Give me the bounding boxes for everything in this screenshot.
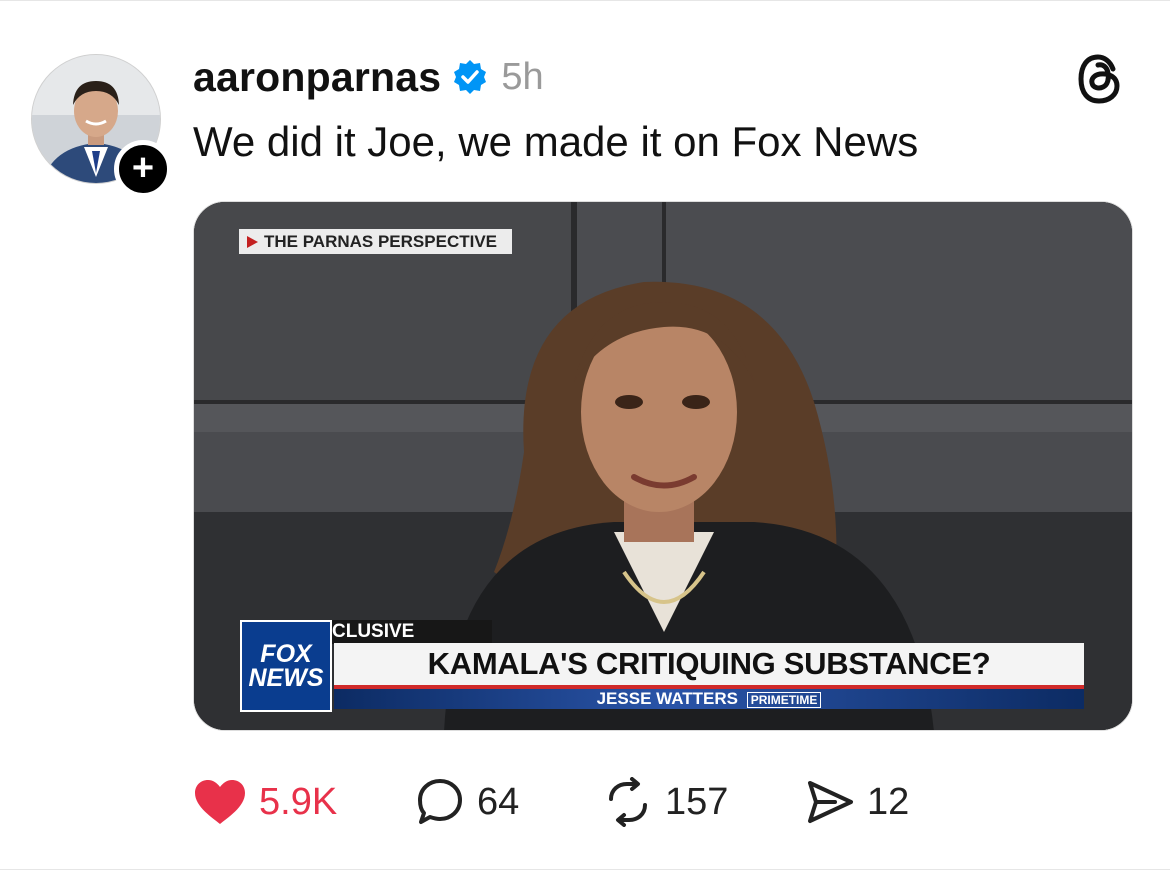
show-name-bar: JESSE WATTERS PRIMETIME bbox=[334, 689, 1084, 709]
network-logo: FOX NEWS bbox=[240, 620, 332, 712]
exclusive-label: CLUSIVE bbox=[332, 620, 492, 644]
username[interactable]: aaronparnas bbox=[193, 54, 441, 101]
chyron-headline: KAMALA'S CRITIQUING SUBSTANCE? bbox=[334, 643, 1084, 689]
top-divider bbox=[0, 0, 1170, 5]
post-header: aaronparnas 5h bbox=[193, 52, 544, 102]
program-tag-text: THE PARNAS PERSPECTIVE bbox=[264, 232, 498, 251]
like-count: 5.9K bbox=[259, 780, 338, 823]
share-count: 12 bbox=[867, 780, 910, 823]
post-text: We did it Joe, we made it on Fox News bbox=[193, 118, 919, 165]
repost-button[interactable]: 157 bbox=[603, 772, 728, 832]
reply-count: 64 bbox=[477, 780, 520, 823]
network-logo-line2: NEWS bbox=[248, 664, 324, 692]
reply-button[interactable]: 64 bbox=[415, 772, 519, 832]
play-triangle-icon bbox=[247, 235, 258, 248]
send-icon bbox=[808, 781, 853, 823]
share-button[interactable]: 12 bbox=[805, 772, 909, 832]
program-tag-overlay: THE PARNAS PERSPECTIVE bbox=[239, 229, 513, 254]
repost-count: 157 bbox=[665, 780, 729, 823]
comment-icon bbox=[418, 779, 462, 824]
post-timestamp: 5h bbox=[501, 55, 544, 98]
show-tag: PRIMETIME bbox=[746, 692, 822, 708]
post-video[interactable]: THE PARNAS PERSPECTIVE FOX NEWS CLUSIVE … bbox=[193, 201, 1133, 731]
show-name: JESSE WATTERS bbox=[596, 689, 738, 708]
repost-icon bbox=[609, 777, 647, 827]
heart-icon bbox=[195, 780, 245, 824]
like-button[interactable]: 5.9K bbox=[193, 772, 337, 832]
verified-badge-icon bbox=[451, 58, 489, 96]
threads-logo-icon[interactable] bbox=[1075, 52, 1125, 106]
follow-button[interactable]: + bbox=[114, 140, 172, 198]
